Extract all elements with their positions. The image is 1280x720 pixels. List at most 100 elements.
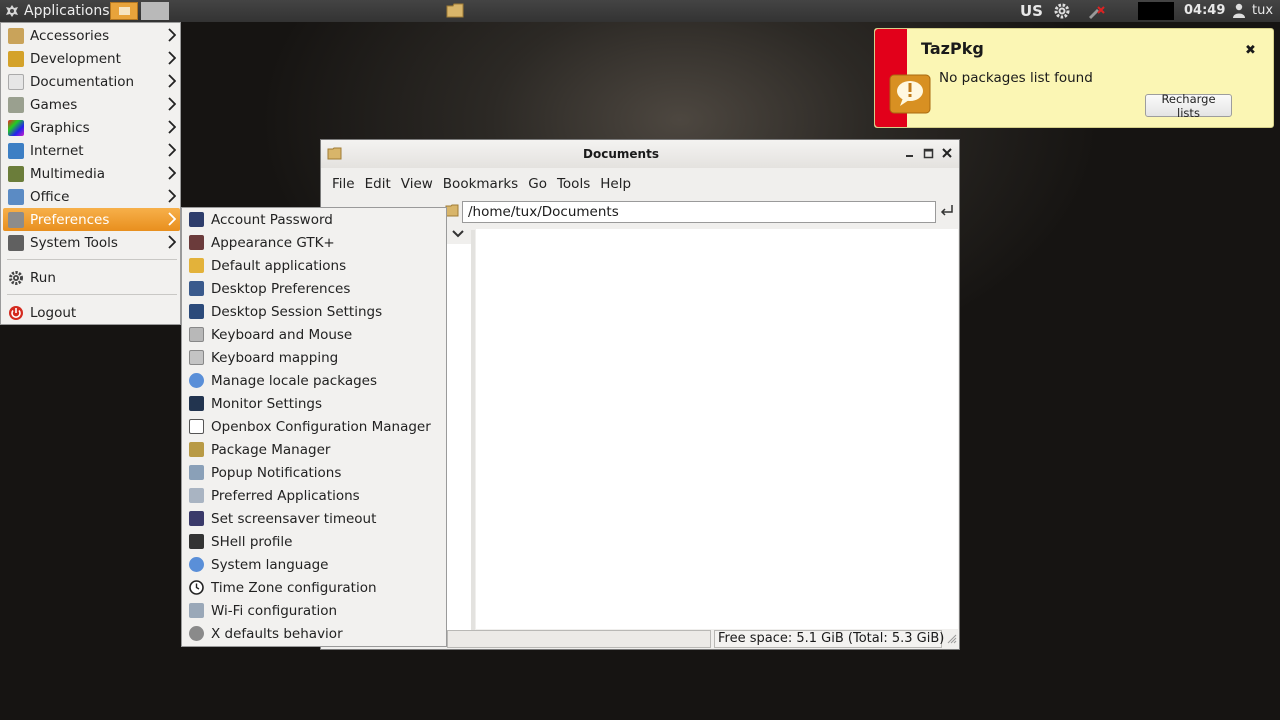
recharge-lists-button[interactable]: Recharge lists bbox=[1145, 92, 1232, 120]
folder-icon[interactable] bbox=[446, 3, 464, 18]
applications-menu-button[interactable]: Applications bbox=[0, 0, 116, 22]
menu-item-system-tools[interactable]: System Tools bbox=[3, 231, 180, 254]
pref-item-desktop-session-settings[interactable]: Desktop Session Settings bbox=[185, 300, 443, 323]
menu-item-label: Internet bbox=[30, 142, 84, 159]
go-icon[interactable] bbox=[939, 204, 955, 218]
pref-item-x-defaults-behavior[interactable]: X defaults behavior bbox=[185, 622, 443, 645]
menu-edit[interactable]: Edit bbox=[365, 176, 391, 192]
minimize-icon[interactable] bbox=[903, 145, 917, 161]
pref-item-openbox-configuration-manager[interactable]: Openbox Configuration Manager bbox=[185, 415, 443, 438]
location-path: /home/tux/Documents bbox=[468, 204, 619, 220]
pref-item-label: Account Password bbox=[211, 211, 333, 228]
menu-item-internet[interactable]: Internet bbox=[3, 139, 180, 162]
pref-item-account-password[interactable]: Account Password bbox=[185, 208, 443, 231]
tray-app-icon[interactable] bbox=[1138, 2, 1174, 20]
menu-item-games[interactable]: Games bbox=[3, 93, 180, 116]
pref-item-time-zone-configuration[interactable]: Time Zone configuration bbox=[185, 576, 443, 599]
menu-item-graphics[interactable]: Graphics bbox=[3, 116, 180, 139]
pref-item-label: Preferred Applications bbox=[211, 487, 360, 504]
pref-item-popup-notifications[interactable]: Popup Notifications bbox=[185, 461, 443, 484]
pref-item-keyboard-and-mouse[interactable]: Keyboard and Mouse bbox=[185, 323, 443, 346]
status-bar-left bbox=[447, 630, 711, 648]
pref-item-label: Keyboard and Mouse bbox=[211, 326, 353, 343]
pref-item-monitor-settings[interactable]: Monitor Settings bbox=[185, 392, 443, 415]
gear-icon[interactable] bbox=[1053, 2, 1071, 20]
workspace-1[interactable] bbox=[110, 2, 138, 20]
pane-divider[interactable] bbox=[471, 230, 475, 630]
file-view[interactable] bbox=[476, 229, 958, 629]
menu-tools[interactable]: Tools bbox=[557, 176, 590, 192]
menu-item-label: Run bbox=[30, 269, 56, 286]
pref-item-manage-locale-packages[interactable]: Manage locale packages bbox=[185, 369, 443, 392]
chevron-right-icon bbox=[168, 97, 176, 111]
chevron-right-icon bbox=[168, 51, 176, 65]
development-icon bbox=[8, 50, 24, 67]
star-icon bbox=[189, 258, 204, 273]
menu-bookmarks[interactable]: Bookmarks bbox=[443, 176, 518, 192]
menu-item-documentation[interactable]: Documentation bbox=[3, 70, 180, 93]
keyboard-layout-indicator[interactable]: US bbox=[1020, 2, 1043, 20]
network-disconnected-icon[interactable] bbox=[1087, 3, 1107, 19]
menu-view[interactable]: View bbox=[401, 176, 433, 192]
maximize-icon[interactable] bbox=[922, 145, 936, 161]
window-icon bbox=[189, 419, 204, 434]
menu-item-preferences[interactable]: Preferences bbox=[3, 208, 180, 231]
notification-message: No packages list found bbox=[939, 70, 1093, 86]
menu-item-run[interactable]: Run bbox=[3, 266, 180, 289]
clock[interactable]: 04:49 bbox=[1184, 3, 1225, 18]
session-icon bbox=[189, 304, 204, 319]
location-input[interactable]: /home/tux/Documents bbox=[462, 201, 936, 223]
documentation-icon bbox=[8, 73, 24, 90]
menu-item-label: Graphics bbox=[30, 119, 90, 136]
menu-go[interactable]: Go bbox=[528, 176, 547, 192]
pref-item-appearance-gtk[interactable]: Appearance GTK+ bbox=[185, 231, 443, 254]
pref-item-desktop-preferences[interactable]: Desktop Preferences bbox=[185, 277, 443, 300]
appearance-icon bbox=[189, 235, 204, 250]
x-terminal-icon bbox=[189, 534, 204, 549]
menu-item-label: Logout bbox=[30, 304, 77, 321]
pref-item-shell-profile[interactable]: SHell profile bbox=[185, 530, 443, 553]
chevron-right-icon bbox=[168, 189, 176, 203]
keyboard-icon bbox=[189, 327, 204, 342]
username[interactable]: tux bbox=[1252, 3, 1273, 18]
resize-grip-icon[interactable] bbox=[947, 634, 957, 644]
free-space-status: Free space: 5.1 GiB (Total: 5.3 GiB) bbox=[714, 630, 944, 648]
pref-item-keyboard-mapping[interactable]: Keyboard mapping bbox=[185, 346, 443, 369]
pref-item-label: Popup Notifications bbox=[211, 464, 342, 481]
chevron-right-icon bbox=[168, 143, 176, 157]
pref-item-label: X defaults behavior bbox=[211, 625, 343, 642]
menu-item-label: System Tools bbox=[30, 234, 118, 251]
pref-item-label: System language bbox=[211, 556, 329, 573]
menu-item-multimedia[interactable]: Multimedia bbox=[3, 162, 180, 185]
pref-item-preferred-applications[interactable]: Preferred Applications bbox=[185, 484, 443, 507]
notification-popup: TazPkg No packages list found ✖ Recharge… bbox=[874, 28, 1274, 128]
chevron-right-icon bbox=[168, 28, 176, 42]
close-icon[interactable]: ✖ bbox=[1245, 43, 1256, 58]
close-icon[interactable] bbox=[940, 145, 954, 161]
menu-file[interactable]: File bbox=[332, 176, 355, 192]
menu-item-office[interactable]: Office bbox=[3, 185, 180, 208]
top-panel: Applications US 04:49 tux bbox=[0, 0, 1280, 22]
locale-icon bbox=[189, 373, 204, 388]
menu-item-development[interactable]: Development bbox=[3, 47, 180, 70]
workspace-2[interactable] bbox=[141, 2, 169, 20]
pref-item-package-manager[interactable]: Package Manager bbox=[185, 438, 443, 461]
menu-item-logout[interactable]: Logout bbox=[3, 301, 180, 324]
pref-item-default-applications[interactable]: Default applications bbox=[185, 254, 443, 277]
menu-item-accessories[interactable]: Accessories bbox=[3, 24, 180, 47]
chevron-down-icon[interactable] bbox=[451, 228, 465, 240]
pref-item-wifi-configuration[interactable]: Wi-Fi configuration bbox=[185, 599, 443, 622]
pref-item-system-language[interactable]: System language bbox=[185, 553, 443, 576]
side-pane[interactable] bbox=[447, 244, 471, 630]
chevron-right-icon bbox=[168, 166, 176, 180]
menubar: File Edit View Bookmarks Go Tools Help bbox=[321, 172, 965, 196]
menu-help[interactable]: Help bbox=[600, 176, 631, 192]
window-titlebar[interactable]: Documents bbox=[321, 140, 959, 168]
pref-item-set-screensaver-timeout[interactable]: Set screensaver timeout bbox=[185, 507, 443, 530]
pref-item-label: Time Zone configuration bbox=[211, 579, 377, 596]
pref-item-label: Openbox Configuration Manager bbox=[211, 418, 431, 435]
chevron-right-icon bbox=[168, 212, 176, 226]
menu-item-label: Preferences bbox=[30, 211, 110, 228]
app-logo-icon bbox=[6, 5, 18, 17]
preferences-icon bbox=[8, 211, 24, 228]
